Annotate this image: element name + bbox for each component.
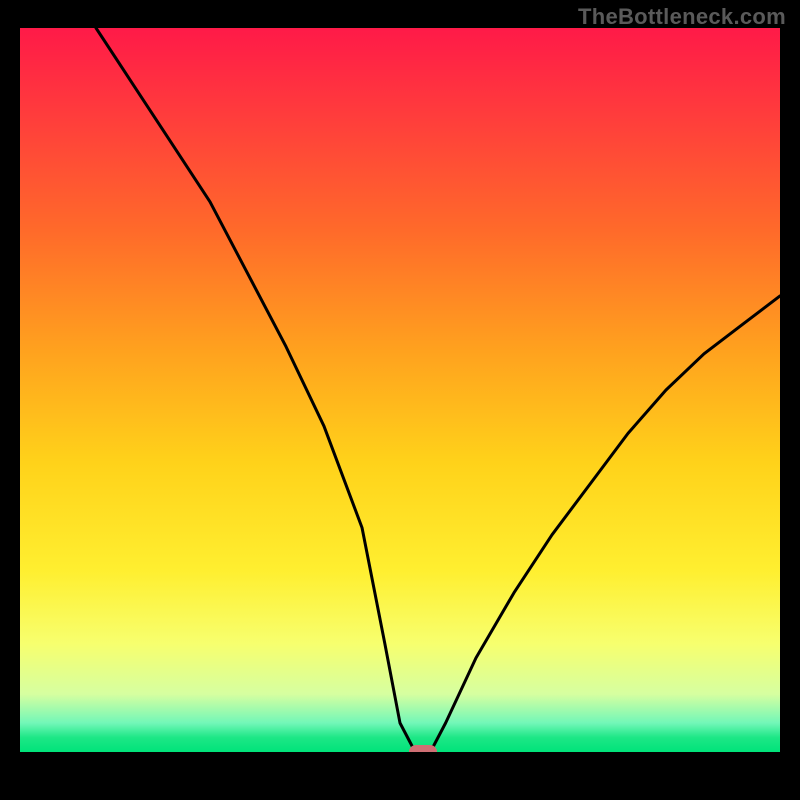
bottleneck-curve-path — [96, 28, 780, 752]
chart-frame: TheBottleneck.com — [0, 0, 800, 800]
plot-area — [20, 28, 780, 752]
bottom-border — [20, 752, 780, 780]
curve-svg — [20, 28, 780, 752]
watermark-text: TheBottleneck.com — [578, 4, 786, 30]
